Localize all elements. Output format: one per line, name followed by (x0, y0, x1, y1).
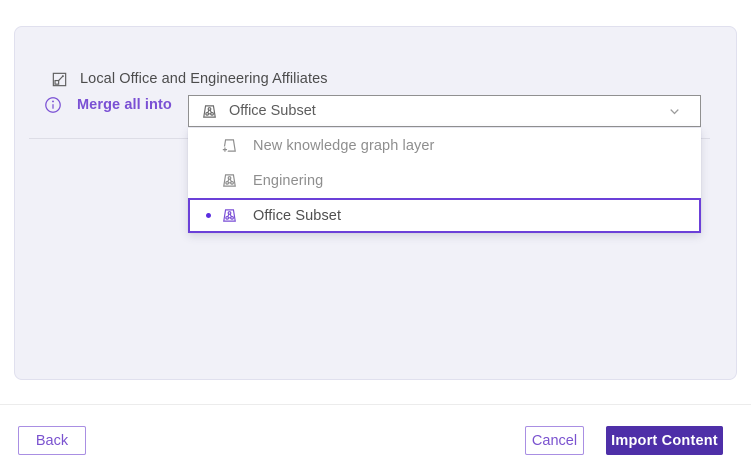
source-layer-row: Local Office and Engineering Affiliates (51, 68, 328, 90)
import-content-button[interactable]: Import Content (606, 426, 723, 455)
cancel-button[interactable]: Cancel (525, 426, 584, 455)
import-options-panel: Local Office and Engineering Affiliates … (14, 26, 737, 380)
import-dialog: Local Office and Engineering Affiliates … (0, 0, 751, 470)
menu-item-enginering[interactable]: Enginering (188, 163, 701, 198)
menu-item-label: Office Subset (253, 208, 341, 224)
info-icon[interactable] (44, 96, 62, 114)
merge-target-menu: New knowledge graph layer Enginering (188, 128, 701, 233)
selected-dot (206, 213, 211, 218)
back-button[interactable]: Back (18, 426, 86, 455)
menu-item-office-subset[interactable]: Office Subset (188, 198, 701, 233)
chevron-down-icon (668, 105, 681, 118)
footer-divider (0, 404, 751, 405)
knowledge-graph-layer-icon (221, 207, 238, 224)
knowledge-graph-layer-icon (221, 172, 238, 189)
menu-item-label: Enginering (253, 173, 323, 189)
merge-target-select-value: Office Subset (229, 103, 657, 119)
link-chart-layer-icon (51, 71, 68, 88)
knowledge-graph-layer-icon (201, 103, 218, 120)
menu-item-new-knowledge-graph-layer[interactable]: New knowledge graph layer (188, 128, 701, 163)
merge-target-select[interactable]: Office Subset (188, 95, 701, 127)
merge-row: Merge all into (44, 94, 172, 116)
menu-item-label: New knowledge graph layer (253, 138, 434, 154)
merge-all-into-label: Merge all into (77, 97, 172, 113)
new-knowledge-graph-layer-icon (221, 137, 238, 154)
source-layer-label: Local Office and Engineering Affiliates (80, 71, 328, 87)
